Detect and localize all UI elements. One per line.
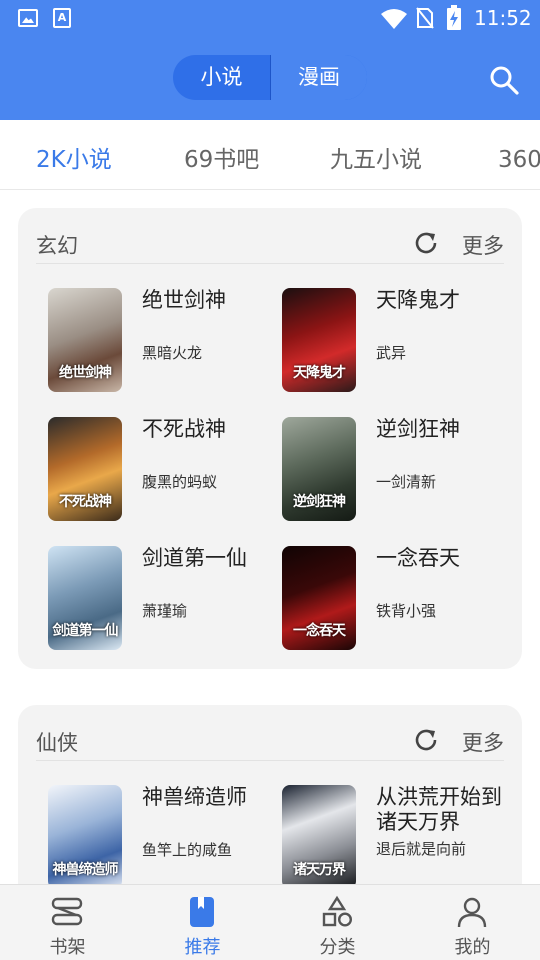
book-cover: 神兽缔造师 — [48, 785, 122, 884]
section-card-xuanhuan: 玄幻 更多 绝世剑神 绝世剑神 黑暗火龙 天降鬼才 天降鬼才 武异 不死战神 不… — [18, 208, 522, 669]
nav-recommend[interactable]: 推荐 — [135, 885, 270, 960]
book-item[interactable]: 绝世剑神 绝世剑神 黑暗火龙 — [36, 288, 266, 398]
battery-charging-icon — [447, 5, 461, 30]
book-title: 从洪荒开始到诸天万界 — [376, 785, 502, 834]
book-title: 逆剑狂神 — [376, 417, 460, 441]
book-item[interactable]: 不死战神 不死战神 腹黑的蚂蚁 — [36, 417, 266, 527]
book-author: 退后就是向前 — [376, 840, 467, 858]
book-cover: 一念吞天 — [282, 546, 356, 650]
tab-69[interactable]: 69书吧 — [184, 140, 259, 174]
book-cover: 剑道第一仙 — [48, 546, 122, 650]
book-title: 不死战神 — [142, 417, 226, 441]
book-cover: 逆剑狂神 — [282, 417, 356, 521]
bottom-nav: 书架 推荐 分类 我的 — [0, 884, 540, 960]
status-time: 11:52 — [474, 6, 532, 30]
book-item[interactable]: 剑道第一仙 剑道第一仙 萧瑾瑜 — [36, 546, 266, 656]
book-item[interactable]: 一念吞天 一念吞天 铁背小强 — [270, 546, 500, 656]
book-item[interactable]: 天降鬼才 天降鬼才 武异 — [270, 288, 500, 398]
book-title: 绝世剑神 — [142, 288, 226, 312]
book-cover: 诸天万界 — [282, 785, 356, 884]
sim-off-icon — [416, 7, 434, 29]
user-icon — [457, 897, 487, 928]
book-title: 天降鬼才 — [376, 288, 460, 312]
book-author: 黑暗火龙 — [142, 344, 203, 362]
book-cover: 绝世剑神 — [48, 288, 122, 392]
nav-label: 我的 — [454, 937, 491, 958]
search-icon[interactable] — [488, 64, 520, 96]
more-link[interactable]: 更多 — [462, 727, 504, 757]
section-title: 仙侠 — [36, 731, 78, 755]
book-cover: 天降鬼才 — [282, 288, 356, 392]
refresh-icon[interactable] — [413, 230, 439, 256]
wifi-icon — [381, 9, 407, 29]
book-author: 武异 — [376, 344, 407, 362]
book-title: 剑道第一仙 — [142, 546, 247, 570]
nav-label: 分类 — [319, 937, 356, 958]
nav-bookshelf[interactable]: 书架 — [0, 885, 135, 960]
book-author: 一剑清新 — [376, 473, 437, 491]
segment-novel[interactable]: 小说 — [173, 55, 270, 100]
recommend-content[interactable]: 玄幻 更多 绝世剑神 绝世剑神 黑暗火龙 天降鬼才 天降鬼才 武异 不死战神 不… — [0, 191, 540, 884]
bookmark-icon — [190, 897, 214, 927]
app-header: A 11:52 小说 漫画 — [0, 0, 540, 120]
book-title: 神兽缔造师 — [142, 785, 247, 809]
nav-mine[interactable]: 我的 — [405, 885, 540, 960]
book-cover: 不死战神 — [48, 417, 122, 521]
book-item[interactable]: 逆剑狂神 逆剑狂神 一剑清新 — [270, 417, 500, 527]
category-icon — [322, 895, 353, 927]
tab-95[interactable]: 九五小说 — [330, 140, 422, 174]
section-divider — [36, 760, 504, 761]
nav-category[interactable]: 分类 — [270, 885, 405, 960]
tab-2k[interactable]: 2K小说 — [36, 140, 112, 174]
content-type-toggle: 小说 漫画 — [173, 55, 367, 100]
image-icon — [18, 9, 38, 27]
segment-comic[interactable]: 漫画 — [271, 55, 367, 100]
book-author: 腹黑的蚂蚁 — [142, 473, 218, 491]
bookshelf-icon — [51, 897, 83, 926]
nav-label: 推荐 — [184, 937, 221, 958]
more-link[interactable]: 更多 — [462, 230, 504, 260]
source-tabs: 2K小说 69书吧 九五小说 360小 — [0, 120, 540, 190]
book-author: 萧瑾瑜 — [142, 602, 188, 620]
a-icon: A — [53, 8, 71, 28]
book-item[interactable]: 诸天万界 从洪荒开始到诸天万界 退后就是向前 — [270, 785, 502, 884]
book-author: 鱼竿上的咸鱼 — [142, 841, 233, 859]
tab-360[interactable]: 360小 — [498, 140, 540, 174]
book-title: 一念吞天 — [376, 546, 460, 570]
refresh-icon[interactable] — [413, 727, 439, 753]
nav-label: 书架 — [49, 937, 86, 958]
section-divider — [36, 263, 504, 264]
section-title: 玄幻 — [36, 234, 78, 258]
book-item[interactable]: 神兽缔造师 神兽缔造师 鱼竿上的咸鱼 — [36, 785, 266, 884]
section-card-xianxia: 仙侠 更多 神兽缔造师 神兽缔造师 鱼竿上的咸鱼 诸天万界 从洪荒开始到诸天万界… — [18, 705, 522, 884]
book-author: 铁背小强 — [376, 602, 437, 620]
status-bar: A 11:52 — [0, 0, 540, 38]
